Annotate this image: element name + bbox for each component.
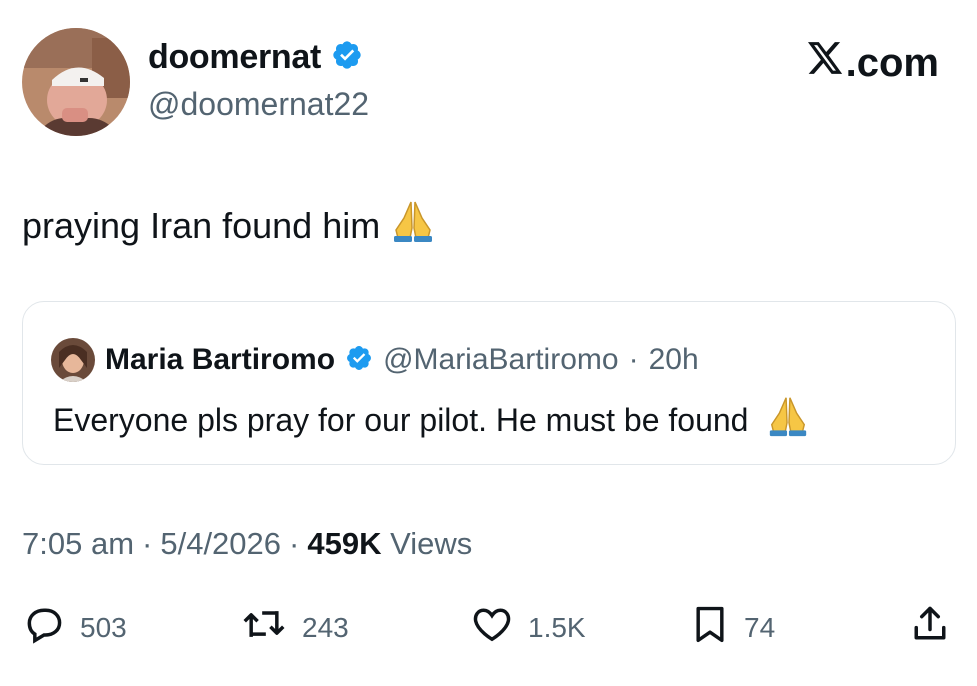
tweet-text: praying Iran found him xyxy=(22,198,436,253)
quote-author-name[interactable]: Maria Bartiromo xyxy=(105,343,335,377)
reply-button[interactable]: 503 xyxy=(22,602,127,653)
quote-author-avatar[interactable] xyxy=(51,338,95,382)
author-name-row: doomernat xyxy=(148,38,363,77)
quote-text: Everyone pls pray for our pilot. He must… xyxy=(53,394,810,446)
like-button[interactable]: 1.5K xyxy=(470,602,586,653)
folded-hands-icon xyxy=(766,394,810,446)
quote-header: Maria Bartiromo @MariaBartiromo · 20h xyxy=(51,338,699,382)
bookmark-button[interactable]: 74 xyxy=(690,602,775,653)
quote-separator: · xyxy=(628,343,639,376)
retweet-button[interactable]: 243 xyxy=(240,602,349,653)
tweet-date[interactable]: 5/4/2026 xyxy=(160,526,281,562)
x-logo-icon xyxy=(806,40,846,86)
author-avatar[interactable] xyxy=(22,28,130,136)
quote-timestamp[interactable]: 20h xyxy=(649,343,699,377)
bookmark-icon xyxy=(690,602,730,653)
verified-badge-icon xyxy=(345,344,373,377)
retweet-count: 243 xyxy=(302,611,349,643)
like-count: 1.5K xyxy=(528,611,586,643)
x-com-text: .com xyxy=(845,40,939,85)
quote-body: Everyone pls pray for our pilot. He must… xyxy=(53,401,749,438)
quote-author-handle[interactable]: @MariaBartiromo xyxy=(383,343,619,377)
meta-separator: · xyxy=(142,526,153,561)
bookmark-count: 74 xyxy=(744,611,776,643)
quote-tweet-card[interactable]: Maria Bartiromo @MariaBartiromo · 20h Ever… xyxy=(22,301,956,465)
reply-count: 503 xyxy=(80,611,127,643)
tweet-time[interactable]: 7:05 am xyxy=(22,526,134,562)
action-bar: 503 243 1.5K 74 xyxy=(0,596,977,652)
reply-icon xyxy=(22,602,66,653)
tweet-body: praying Iran found him xyxy=(22,204,381,246)
views-label: Views xyxy=(390,526,473,561)
tweet-meta: 7:05 am · 5/4/2026 · 459K Views xyxy=(22,526,472,562)
meta-separator: · xyxy=(289,526,300,561)
retweet-icon xyxy=(240,602,288,653)
share-icon xyxy=(908,602,952,653)
views-count: 459K xyxy=(307,526,382,561)
x-com-watermark: .com xyxy=(806,40,939,86)
share-button[interactable] xyxy=(908,602,952,653)
folded-hands-icon xyxy=(390,198,436,253)
author-handle[interactable]: @doomernat22 xyxy=(148,86,369,123)
heart-icon xyxy=(470,602,514,653)
author-display-name[interactable]: doomernat xyxy=(148,38,321,77)
verified-badge-icon xyxy=(331,39,363,76)
